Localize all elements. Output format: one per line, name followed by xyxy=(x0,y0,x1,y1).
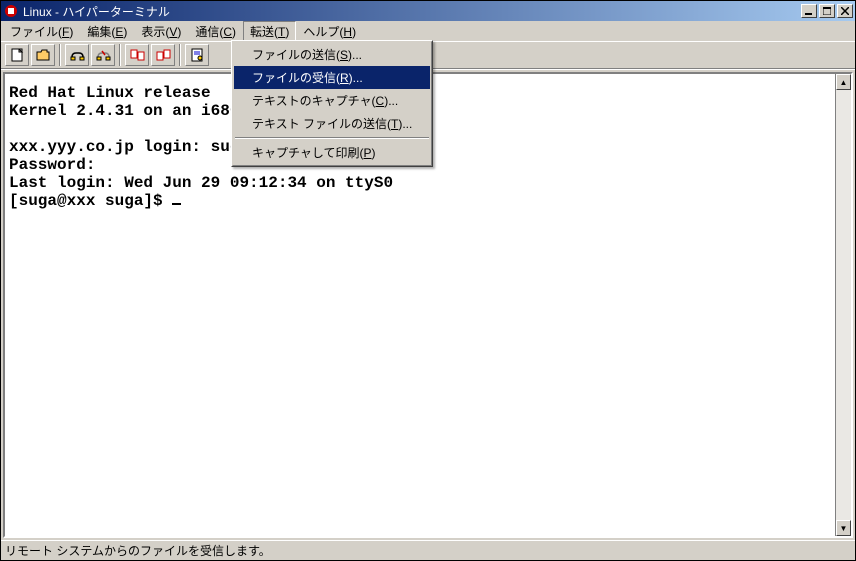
dropdown-capture-print[interactable]: キャプチャして印刷(P) xyxy=(234,141,430,164)
dropdown-capture-text[interactable]: テキストのキャプチャ(C)... xyxy=(234,89,430,112)
titlebar-text: Linux - ハイパーターミナル xyxy=(23,3,801,20)
scroll-track[interactable] xyxy=(836,90,851,520)
menu-view[interactable]: 表示(V) xyxy=(134,21,188,42)
scroll-up-button[interactable]: ▲ xyxy=(836,74,851,90)
toolbar-receive-button[interactable] xyxy=(151,44,175,66)
terminal-line: Last login: Wed Jun 29 09:12:34 on ttyS0 xyxy=(9,174,393,192)
dropdown-send-file[interactable]: ファイルの送信(S)... xyxy=(234,43,430,66)
menubar: ファイル(F) 編集(E) 表示(V) 通信(C) 転送(T) ヘルプ(H) xyxy=(1,21,855,41)
vertical-scrollbar[interactable]: ▲ ▼ xyxy=(835,74,851,536)
maximize-button[interactable] xyxy=(819,4,835,18)
toolbar-disconnect-button[interactable] xyxy=(91,44,115,66)
transfer-dropdown: ファイルの送信(S)... ファイルの受信(R)... テキストのキャプチャ(C… xyxy=(231,40,433,167)
app-icon xyxy=(3,3,19,19)
toolbar-open-button[interactable] xyxy=(31,44,55,66)
menu-help[interactable]: ヘルプ(H) xyxy=(296,21,363,42)
toolbar-divider xyxy=(179,44,181,66)
titlebar: Linux - ハイパーターミナル xyxy=(1,1,855,21)
terminal-line: Kernel 2.4.31 on an i686 xyxy=(9,102,239,120)
terminal-cursor xyxy=(172,203,181,205)
menu-comm[interactable]: 通信(C) xyxy=(188,21,243,42)
scroll-down-button[interactable]: ▼ xyxy=(836,520,851,536)
terminal-line: Password: xyxy=(9,156,95,174)
window-controls xyxy=(801,4,853,18)
statusbar-text: リモート システムからのファイルを受信します。 xyxy=(5,542,271,559)
toolbar-connect-button[interactable] xyxy=(65,44,89,66)
close-button[interactable] xyxy=(837,4,853,18)
statusbar: リモート システムからのファイルを受信します。 xyxy=(1,540,855,560)
menu-edit[interactable]: 編集(E) xyxy=(80,21,134,42)
terminal-line: Red Hat Linux release xyxy=(9,84,211,102)
toolbar-properties-button[interactable] xyxy=(185,44,209,66)
terminal-line: xxx.yyy.co.jp login: suga xyxy=(9,138,249,156)
menu-transfer[interactable]: 転送(T) xyxy=(243,21,296,42)
toolbar-divider xyxy=(59,44,61,66)
dropdown-send-text[interactable]: テキスト ファイルの送信(T)... xyxy=(234,112,430,135)
app-window: Linux - ハイパーターミナル ファイル(F) 編集(E) 表示(V) 通信… xyxy=(0,0,856,561)
minimize-button[interactable] xyxy=(801,4,817,18)
toolbar-divider xyxy=(119,44,121,66)
dropdown-receive-file[interactable]: ファイルの受信(R)... xyxy=(234,66,430,89)
dropdown-separator xyxy=(235,137,429,139)
toolbar-new-button[interactable] xyxy=(5,44,29,66)
menu-file[interactable]: ファイル(F) xyxy=(3,21,80,42)
toolbar-send-button[interactable] xyxy=(125,44,149,66)
terminal-line: [suga@xxx suga]$ xyxy=(9,192,172,210)
